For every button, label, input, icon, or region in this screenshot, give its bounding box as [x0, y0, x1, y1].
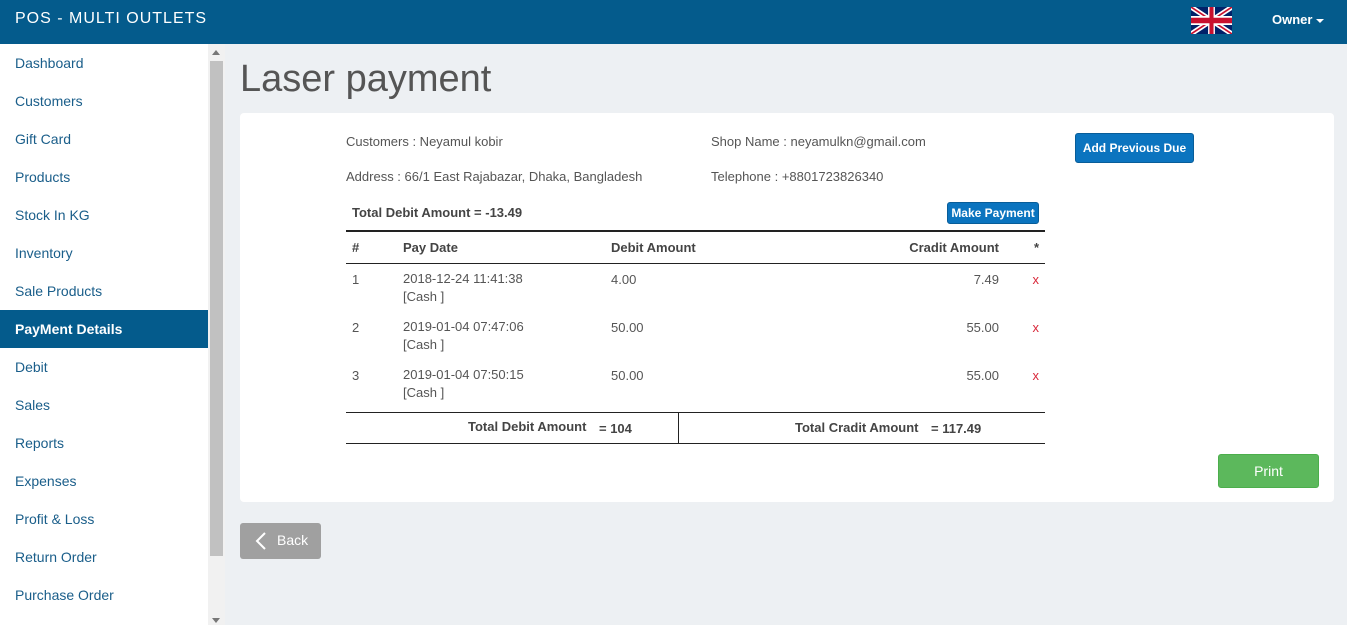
brand-title[interactable]: POS - MULTI OUTLETS — [15, 10, 207, 28]
payment-panel: Customers : Neyamul kobir Address : 66/1… — [240, 113, 1334, 502]
sidebar-item-debit[interactable]: Debit — [0, 348, 208, 386]
row-date: 2019-01-04 07:50:15 [Cash ] — [403, 366, 524, 402]
row-date-value: 2019-01-04 07:47:06 — [403, 319, 524, 334]
row-date-value: 2019-01-04 07:50:15 — [403, 367, 524, 382]
scroll-up-icon[interactable] — [212, 50, 220, 55]
table-row: 2 2019-01-04 07:47:06 [Cash ] 50.00 55.00… — [346, 312, 1045, 360]
table-row: 3 2019-01-04 07:50:15 [Cash ] 50.00 55.00… — [346, 360, 1045, 408]
row-date: 2018-12-24 11:41:38 [Cash ] — [403, 270, 523, 306]
sidebar-scrollbar[interactable] — [208, 44, 225, 625]
top-navbar: POS - MULTI OUTLETS Owner — [0, 0, 1347, 44]
user-menu-label: Owner — [1272, 12, 1313, 27]
payment-table: # Pay Date Debit Amount Cradit Amount * … — [346, 230, 1045, 408]
print-button[interactable]: Print — [1218, 454, 1319, 488]
total-debit-value: = 104 — [599, 421, 632, 436]
row-date-value: 2018-12-24 11:41:38 — [403, 271, 523, 286]
row-method: [Cash ] — [403, 385, 445, 400]
telephone: Telephone : +8801723826340 — [711, 169, 884, 184]
table-row: 1 2018-12-24 11:41:38 [Cash ] 4.00 7.49 x — [346, 264, 1045, 312]
row-debit: 4.00 — [611, 272, 637, 287]
header-debit-amount: Debit Amount — [611, 240, 696, 255]
row-credit: 55.00 — [966, 368, 999, 383]
row-credit: 7.49 — [973, 272, 999, 287]
row-credit: 55.00 — [966, 320, 999, 335]
page-title: Laser payment — [240, 58, 492, 100]
totals-divider — [678, 413, 679, 443]
scrollbar-thumb[interactable] — [210, 61, 223, 556]
row-num: 1 — [352, 272, 360, 287]
sidebar-item-profit-loss[interactable]: Profit & Loss — [0, 500, 208, 538]
back-button[interactable]: Back — [240, 523, 321, 559]
delete-row-button[interactable]: x — [1033, 272, 1040, 287]
scroll-down-icon[interactable] — [212, 618, 220, 623]
row-method: [Cash ] — [403, 337, 445, 352]
total-credit-label: Total Cradit Amount — [795, 420, 919, 435]
delete-row-button[interactable]: x — [1033, 320, 1040, 335]
row-date: 2019-01-04 07:47:06 [Cash ] — [403, 318, 524, 354]
totals-row: Total Debit Amount = 104 Total Cradit Am… — [346, 412, 1045, 444]
sidebar-item-purchase-order[interactable]: Purchase Order — [0, 576, 208, 614]
total-debit-label: Total Debit Amount — [468, 419, 587, 434]
shop-name: Shop Name : neyamulkn@gmail.com — [711, 134, 926, 149]
table-header: # Pay Date Debit Amount Cradit Amount * — [346, 232, 1045, 264]
caret-down-icon — [1316, 18, 1325, 23]
sidebar-item-gift-card[interactable]: Gift Card — [0, 120, 208, 158]
sidebar-item-reports[interactable]: Reports — [0, 424, 208, 462]
sidebar-item-products[interactable]: Products — [0, 158, 208, 196]
sidebar-item-return-order[interactable]: Return Order — [0, 538, 208, 576]
make-payment-button[interactable]: Make Payment — [947, 202, 1039, 224]
add-previous-due-button[interactable]: Add Previous Due — [1075, 133, 1194, 163]
row-num: 3 — [352, 368, 360, 383]
customer-address: Address : 66/1 East Rajabazar, Dhaka, Ba… — [346, 169, 643, 184]
row-num: 2 — [352, 320, 360, 335]
total-credit-value: = 117.49 — [931, 421, 982, 436]
sidebar-item-sales[interactable]: Sales — [0, 386, 208, 424]
customer-name: Customers : Neyamul kobir — [346, 134, 503, 149]
uk-flag-icon[interactable] — [1191, 7, 1232, 34]
delete-row-button[interactable]: x — [1033, 368, 1040, 383]
header-pay-date: Pay Date — [403, 240, 458, 255]
sidebar: Dashboard Customers Gift Card Products S… — [0, 44, 208, 625]
back-label: Back — [277, 532, 309, 548]
sidebar-item-customers[interactable]: Customers — [0, 82, 208, 120]
chevron-left-icon — [255, 532, 266, 550]
row-debit: 50.00 — [611, 368, 644, 383]
header-credit-amount: Cradit Amount — [909, 240, 999, 255]
row-method: [Cash ] — [403, 289, 445, 304]
sidebar-item-payment-details[interactable]: PayMent Details — [0, 310, 208, 348]
header-action: * — [1033, 240, 1039, 255]
sidebar-item-expenses[interactable]: Expenses — [0, 462, 208, 500]
user-menu[interactable]: Owner — [1272, 12, 1325, 27]
sidebar-item-sale-products[interactable]: Sale Products — [0, 272, 208, 310]
total-debit-summary: Total Debit Amount = -13.49 — [352, 205, 523, 220]
sidebar-item-inventory[interactable]: Inventory — [0, 234, 208, 272]
row-debit: 50.00 — [611, 320, 644, 335]
header-num: # — [352, 240, 360, 255]
sidebar-item-dashboard[interactable]: Dashboard — [0, 44, 208, 82]
sidebar-item-stock-in-kg[interactable]: Stock In KG — [0, 196, 208, 234]
